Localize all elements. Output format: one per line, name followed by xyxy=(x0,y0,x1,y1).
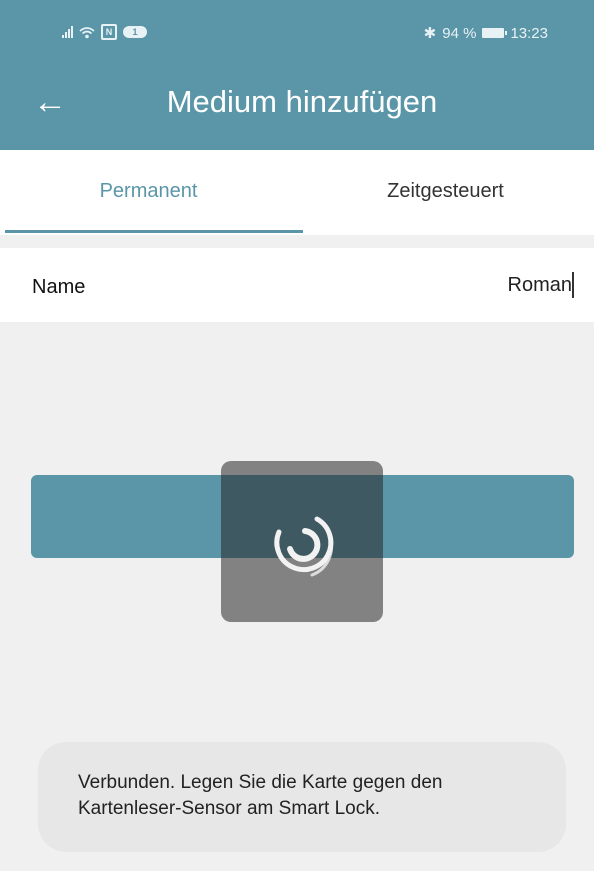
nfc-icon: N xyxy=(101,24,117,40)
name-label: Name xyxy=(32,276,86,298)
toast-line-1: Verbunden. Legen Sie die Karte gegen den xyxy=(78,772,443,793)
tab-bar: Permanent Zeitgesteuert xyxy=(0,150,594,235)
status-right: ✱ 94 % 13:23 xyxy=(423,24,548,43)
name-input[interactable] xyxy=(312,270,572,300)
app-header: N 1 ✱ 94 % 13:23 ← Medium hinzufügen xyxy=(0,0,594,150)
status-toast: Verbunden. Legen Sie die Karte gegen den… xyxy=(38,742,566,852)
loading-overlay xyxy=(221,461,383,622)
battery-percent: 94 % xyxy=(442,24,477,42)
signal-icon xyxy=(62,26,73,38)
status-left: N 1 xyxy=(62,24,147,40)
active-tab-indicator xyxy=(5,230,303,233)
text-cursor xyxy=(572,272,574,298)
page-title: Medium hinzufügen xyxy=(166,84,438,119)
toast-line-2: Kartenleser-Sensor am Smart Lock. xyxy=(78,798,381,819)
status-bar: N 1 ✱ 94 % 13:23 xyxy=(0,0,594,62)
bluetooth-icon: ✱ xyxy=(423,25,437,42)
notification-badge: 1 xyxy=(123,26,147,38)
tab-zeitgesteuert[interactable]: Zeitgesteuert xyxy=(297,180,594,203)
tab-permanent[interactable]: Permanent xyxy=(0,180,297,203)
loading-spinner-icon xyxy=(274,516,334,577)
battery-icon xyxy=(482,28,508,38)
name-row: Name xyxy=(0,248,594,322)
wifi-icon xyxy=(79,26,95,38)
clock: 13:23 xyxy=(510,24,548,42)
